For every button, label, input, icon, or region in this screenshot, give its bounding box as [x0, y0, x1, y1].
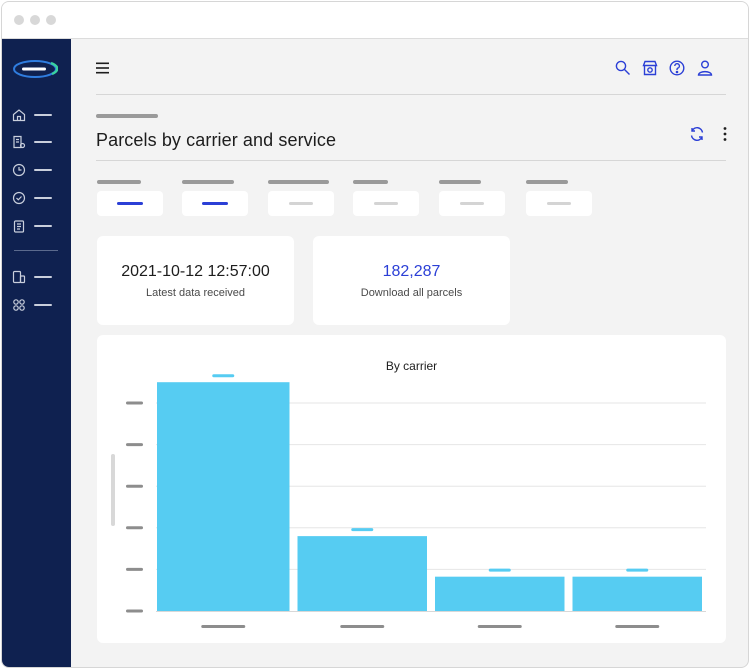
filter-label: [97, 180, 141, 184]
breadcrumb: [96, 114, 158, 118]
sidebar-item-label: [34, 197, 52, 199]
sidebar-item-history[interactable]: [12, 163, 58, 177]
bar-value-label: [351, 528, 374, 532]
sidebar-item-label: [34, 141, 52, 143]
carrier-chart-card: By carrier: [97, 335, 726, 643]
more-options-icon[interactable]: [721, 126, 729, 142]
clipboard-icon: [13, 220, 25, 233]
sidebar-divider: [14, 250, 58, 251]
filter-6: [526, 180, 592, 218]
y-tick-label: [126, 401, 143, 405]
filter-value: [202, 202, 228, 205]
filter-label: [182, 180, 234, 184]
bar-4: [572, 576, 702, 611]
y-tick-label: [126, 567, 143, 571]
filter-select[interactable]: [353, 191, 419, 216]
sidebar-item-label: [34, 169, 52, 171]
download-parcels-label: Download all parcels: [360, 287, 463, 299]
filter-value: [547, 202, 571, 205]
sidebar-item-label: [34, 225, 52, 227]
close-window-button[interactable]: [14, 15, 24, 25]
bar-value-label: [212, 374, 235, 378]
latest-data-card: 2021-10-12 12:57:00 Latest data received: [97, 236, 294, 325]
bar-value-label: [626, 568, 649, 572]
sidebar-item-reports[interactable]: [12, 219, 58, 233]
filter-value: [460, 202, 484, 205]
sidebar-item-documents[interactable]: [12, 135, 58, 149]
sidebar-item-home[interactable]: [12, 108, 58, 122]
y-axis-label: [111, 454, 115, 526]
x-tick-label: [340, 625, 385, 628]
filter-select[interactable]: [268, 191, 334, 216]
filter-value: [117, 202, 143, 205]
bar-chart: [111, 374, 706, 628]
sidebar-item-devices[interactable]: [12, 270, 58, 284]
header-divider: [96, 94, 726, 95]
sidebar-item-security[interactable]: [12, 191, 58, 205]
title-bar: [2, 2, 748, 39]
app-logo[interactable]: [12, 56, 58, 82]
x-tick-label: [615, 625, 660, 628]
download-parcels-card[interactable]: 182,287 Download all parcels: [313, 236, 510, 325]
filter-value: [289, 202, 313, 205]
y-tick-label: [126, 443, 143, 447]
y-tick-label: [126, 484, 143, 488]
search-icon[interactable]: [614, 59, 632, 77]
sidebar: [2, 39, 71, 667]
filter-select[interactable]: [439, 191, 505, 216]
bar-value-label: [488, 568, 511, 572]
filter-label: [353, 180, 388, 184]
bar-2: [297, 536, 427, 611]
filter-4: [353, 180, 419, 218]
help-icon[interactable]: [668, 59, 686, 77]
browser-window: Parcels by carrier and service 2021-10-1…: [1, 1, 749, 668]
store-icon[interactable]: [641, 59, 659, 77]
sidebar-item-label: [34, 304, 52, 306]
x-tick-label: [201, 625, 246, 628]
home-icon: [12, 109, 26, 122]
filter-label: [526, 180, 568, 184]
maximize-window-button[interactable]: [46, 15, 56, 25]
filter-select[interactable]: [526, 191, 592, 216]
filter-select[interactable]: [97, 191, 163, 216]
latest-data-label: Latest data received: [145, 287, 246, 299]
user-icon[interactable]: [696, 59, 714, 77]
sidebar-item-label: [34, 114, 52, 116]
filter-3: [268, 180, 334, 218]
bar-3: [435, 576, 565, 611]
filter-label: [268, 180, 329, 184]
devices-icon: [12, 270, 26, 284]
filter-1: [97, 180, 163, 218]
y-tick-label: [126, 609, 143, 613]
apps-grid-icon: [13, 299, 25, 311]
main-content: Parcels by carrier and service 2021-10-1…: [71, 39, 748, 667]
x-tick-label: [477, 625, 522, 628]
parcel-count-link[interactable]: 182,287: [313, 263, 510, 281]
document-list-icon: [13, 135, 26, 149]
bar-1: [157, 382, 290, 611]
sidebar-item-apps[interactable]: [12, 298, 58, 312]
filter-5: [439, 180, 505, 218]
title-divider: [96, 160, 726, 161]
shield-check-icon: [12, 191, 26, 205]
filter-label: [439, 180, 481, 184]
refresh-icon[interactable]: [689, 126, 705, 142]
hamburger-menu-icon[interactable]: [96, 62, 110, 74]
header-actions: [614, 59, 724, 79]
filter-value: [374, 202, 398, 205]
page-title: Parcels by carrier and service: [96, 130, 337, 150]
filter-select[interactable]: [182, 191, 248, 216]
sidebar-item-label: [34, 276, 52, 278]
latest-data-timestamp: 2021-10-12 12:57:00: [121, 263, 270, 280]
clock-icon: [12, 163, 26, 177]
minimize-window-button[interactable]: [30, 15, 40, 25]
filter-2: [182, 180, 248, 218]
y-tick-label: [126, 526, 143, 530]
